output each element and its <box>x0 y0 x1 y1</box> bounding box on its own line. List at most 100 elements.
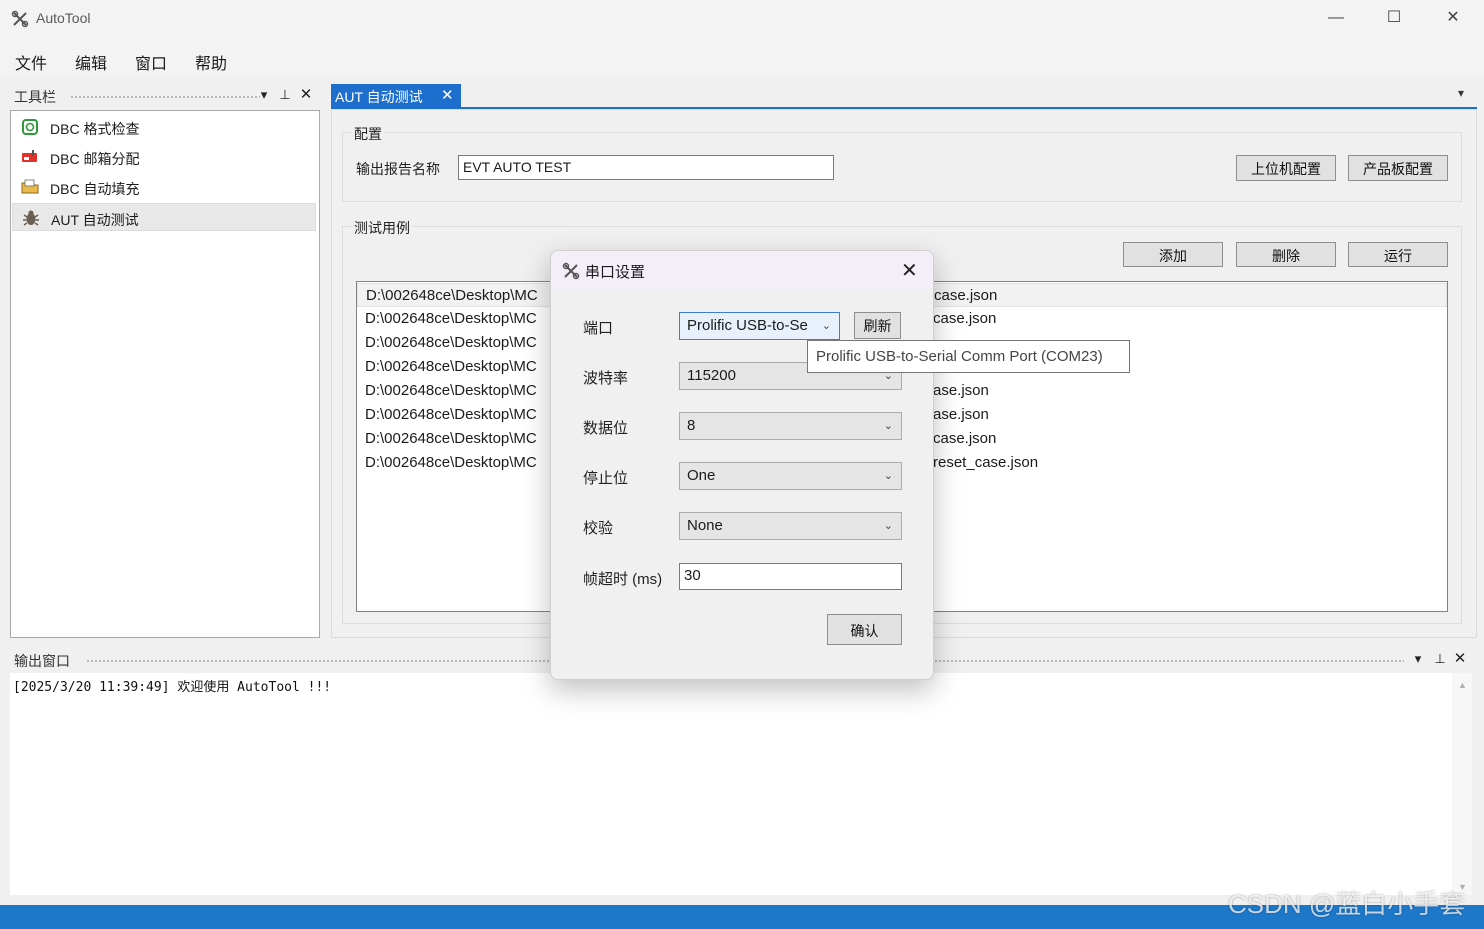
menu-edit[interactable]: 编辑 <box>75 50 107 74</box>
pin-icon[interactable]: ⊥ <box>1432 651 1448 667</box>
close-button[interactable]: ✕ <box>1443 8 1463 28</box>
timeout-input[interactable]: 30 <box>679 563 902 590</box>
case-file: case.json <box>933 430 997 447</box>
menu-window[interactable]: 窗口 <box>135 50 167 74</box>
folder-fill-icon <box>21 179 39 194</box>
tool-item-aut-autotest[interactable]: AUT 自动测试 <box>12 203 316 231</box>
watermark: CSDN @蓝白小手套 <box>1228 889 1466 919</box>
port-tooltip: Prolific USB-to-Serial Comm Port (COM23) <box>807 340 1130 373</box>
case-path: D:\002648ce\Desktop\MC <box>365 334 537 351</box>
test-case-group-title: 测试用例 <box>352 218 412 238</box>
log-line: [2025/3/20 11:39:49] 欢迎使用 AutoTool !!! <box>13 680 332 695</box>
baud-label: 波特率 <box>583 370 629 387</box>
app-title: AutoTool <box>36 10 91 26</box>
board-config-button[interactable]: 产品板配置 <box>1348 155 1448 181</box>
maximize-button[interactable]: ☐ <box>1384 8 1404 28</box>
toolbox-title: 工具栏 <box>14 89 56 105</box>
baud-value: 115200 <box>687 367 736 384</box>
port-value: Prolific USB-to-Se <box>687 317 808 334</box>
chevron-down-icon: ⌄ <box>883 520 893 532</box>
drag-grip[interactable] <box>70 95 260 99</box>
dropdown-icon[interactable]: ▾ <box>1410 651 1426 667</box>
output-log[interactable]: [2025/3/20 11:39:49] 欢迎使用 AutoTool !!! <box>10 673 1472 895</box>
dialog-close-button[interactable]: ✕ <box>901 258 918 283</box>
close-icon[interactable]: ✕ <box>298 85 314 103</box>
pin-icon[interactable]: ⊥ <box>277 87 293 103</box>
add-button[interactable]: 添加 <box>1123 242 1223 267</box>
parity-label: 校验 <box>583 520 614 537</box>
case-file: case.json <box>934 287 998 304</box>
config-group-title: 配置 <box>352 124 384 144</box>
report-name-label: 输出报告名称 <box>356 161 440 177</box>
dropdown-icon[interactable]: ▾ <box>256 87 272 103</box>
tool-label: DBC 邮箱分配 <box>50 151 140 167</box>
run-button[interactable]: 运行 <box>1348 242 1448 267</box>
databits-select[interactable]: 8 ⌄ <box>679 412 902 440</box>
case-path: D:\002648ce\Desktop\MC <box>365 310 537 327</box>
tab-list-icon[interactable]: ▾ <box>1458 86 1464 100</box>
add-label: 添加 <box>1159 248 1187 264</box>
delete-button[interactable]: 删除 <box>1236 242 1336 267</box>
case-file: reset_case.json <box>933 454 1039 471</box>
case-path: D:\002648ce\Desktop\MC <box>365 406 537 423</box>
case-path: D:\002648ce\Desktop\MC <box>366 287 538 304</box>
menu-bar: 文件 编辑 窗口 帮助 <box>0 38 1484 78</box>
title-bar: AutoTool — ☐ ✕ <box>0 0 1484 38</box>
parity-select[interactable]: None ⌄ <box>679 512 902 540</box>
format-check-icon <box>22 119 38 135</box>
tool-label: DBC 自动填充 <box>50 181 140 197</box>
confirm-label: 确认 <box>850 623 879 639</box>
tool-label: AUT 自动测试 <box>51 212 139 228</box>
stopbits-select[interactable]: One ⌄ <box>679 462 902 490</box>
databits-value: 8 <box>687 417 696 434</box>
tool-label: DBC 格式检查 <box>50 121 140 137</box>
tools-icon <box>11 10 29 28</box>
serial-settings-dialog: 串口设置 ✕ 端口 Prolific USB-to-Se ⌄ 刷新 波特率 11… <box>550 250 934 680</box>
chevron-down-icon: ⌄ <box>883 470 893 482</box>
host-config-label: 上位机配置 <box>1251 161 1321 177</box>
bug-icon <box>23 210 39 226</box>
case-file: case.json <box>933 310 997 327</box>
stopbits-label: 停止位 <box>583 470 629 487</box>
scroll-up-icon[interactable]: ▲ <box>1458 680 1467 690</box>
board-config-label: 产品板配置 <box>1363 161 1433 177</box>
minimize-button[interactable]: — <box>1326 8 1346 28</box>
tool-item-dbc-mailbox[interactable]: DBC 邮箱分配 <box>12 143 316 171</box>
delete-label: 删除 <box>1272 248 1300 264</box>
case-file: ase.json <box>933 406 989 423</box>
host-config-button[interactable]: 上位机配置 <box>1236 155 1336 181</box>
dialog-title-bar: 串口设置 ✕ <box>551 251 933 289</box>
toolbox-header: 工具栏 ▾ ⊥ ✕ <box>10 84 320 108</box>
tab-aut-autotest[interactable]: AUT 自动测试 ✕ <box>331 84 461 108</box>
tools-icon <box>562 262 580 280</box>
menu-help[interactable]: 帮助 <box>195 50 227 74</box>
tool-item-dbc-autofill[interactable]: DBC 自动填充 <box>12 173 316 201</box>
confirm-button[interactable]: 确认 <box>827 614 902 645</box>
output-title: 输出窗口 <box>14 653 70 669</box>
run-label: 运行 <box>1384 248 1412 264</box>
tab-label: AUT 自动测试 <box>335 89 423 105</box>
case-path: D:\002648ce\Desktop\MC <box>365 358 537 375</box>
timeout-label: 帧超时 (ms) <box>583 571 663 588</box>
close-icon[interactable]: ✕ <box>1452 649 1468 667</box>
parity-value: None <box>687 517 723 534</box>
report-name-input[interactable]: EVT AUTO TEST <box>458 155 834 180</box>
port-label: 端口 <box>583 320 614 337</box>
tool-item-dbc-format-check[interactable]: DBC 格式检查 <box>12 113 316 141</box>
refresh-button[interactable]: 刷新 <box>854 312 901 339</box>
chevron-down-icon: ⌄ <box>821 320 831 332</box>
case-path: D:\002648ce\Desktop\MC <box>365 382 537 399</box>
tooltip-text: Prolific USB-to-Serial Comm Port (COM23) <box>816 348 1103 365</box>
case-path: D:\002648ce\Desktop\MC <box>365 430 537 447</box>
tab-close-icon[interactable]: ✕ <box>441 86 454 104</box>
menu-file[interactable]: 文件 <box>15 50 47 74</box>
databits-label: 数据位 <box>583 420 629 437</box>
case-file: ase.json <box>933 382 989 399</box>
refresh-label: 刷新 <box>863 318 892 334</box>
chevron-down-icon: ⌄ <box>883 420 893 432</box>
output-scrollbar[interactable] <box>1452 673 1472 895</box>
mailbox-icon <box>22 150 37 162</box>
case-path: D:\002648ce\Desktop\MC <box>365 454 537 471</box>
port-select[interactable]: Prolific USB-to-Se ⌄ <box>679 312 840 340</box>
stopbits-value: One <box>687 467 716 484</box>
